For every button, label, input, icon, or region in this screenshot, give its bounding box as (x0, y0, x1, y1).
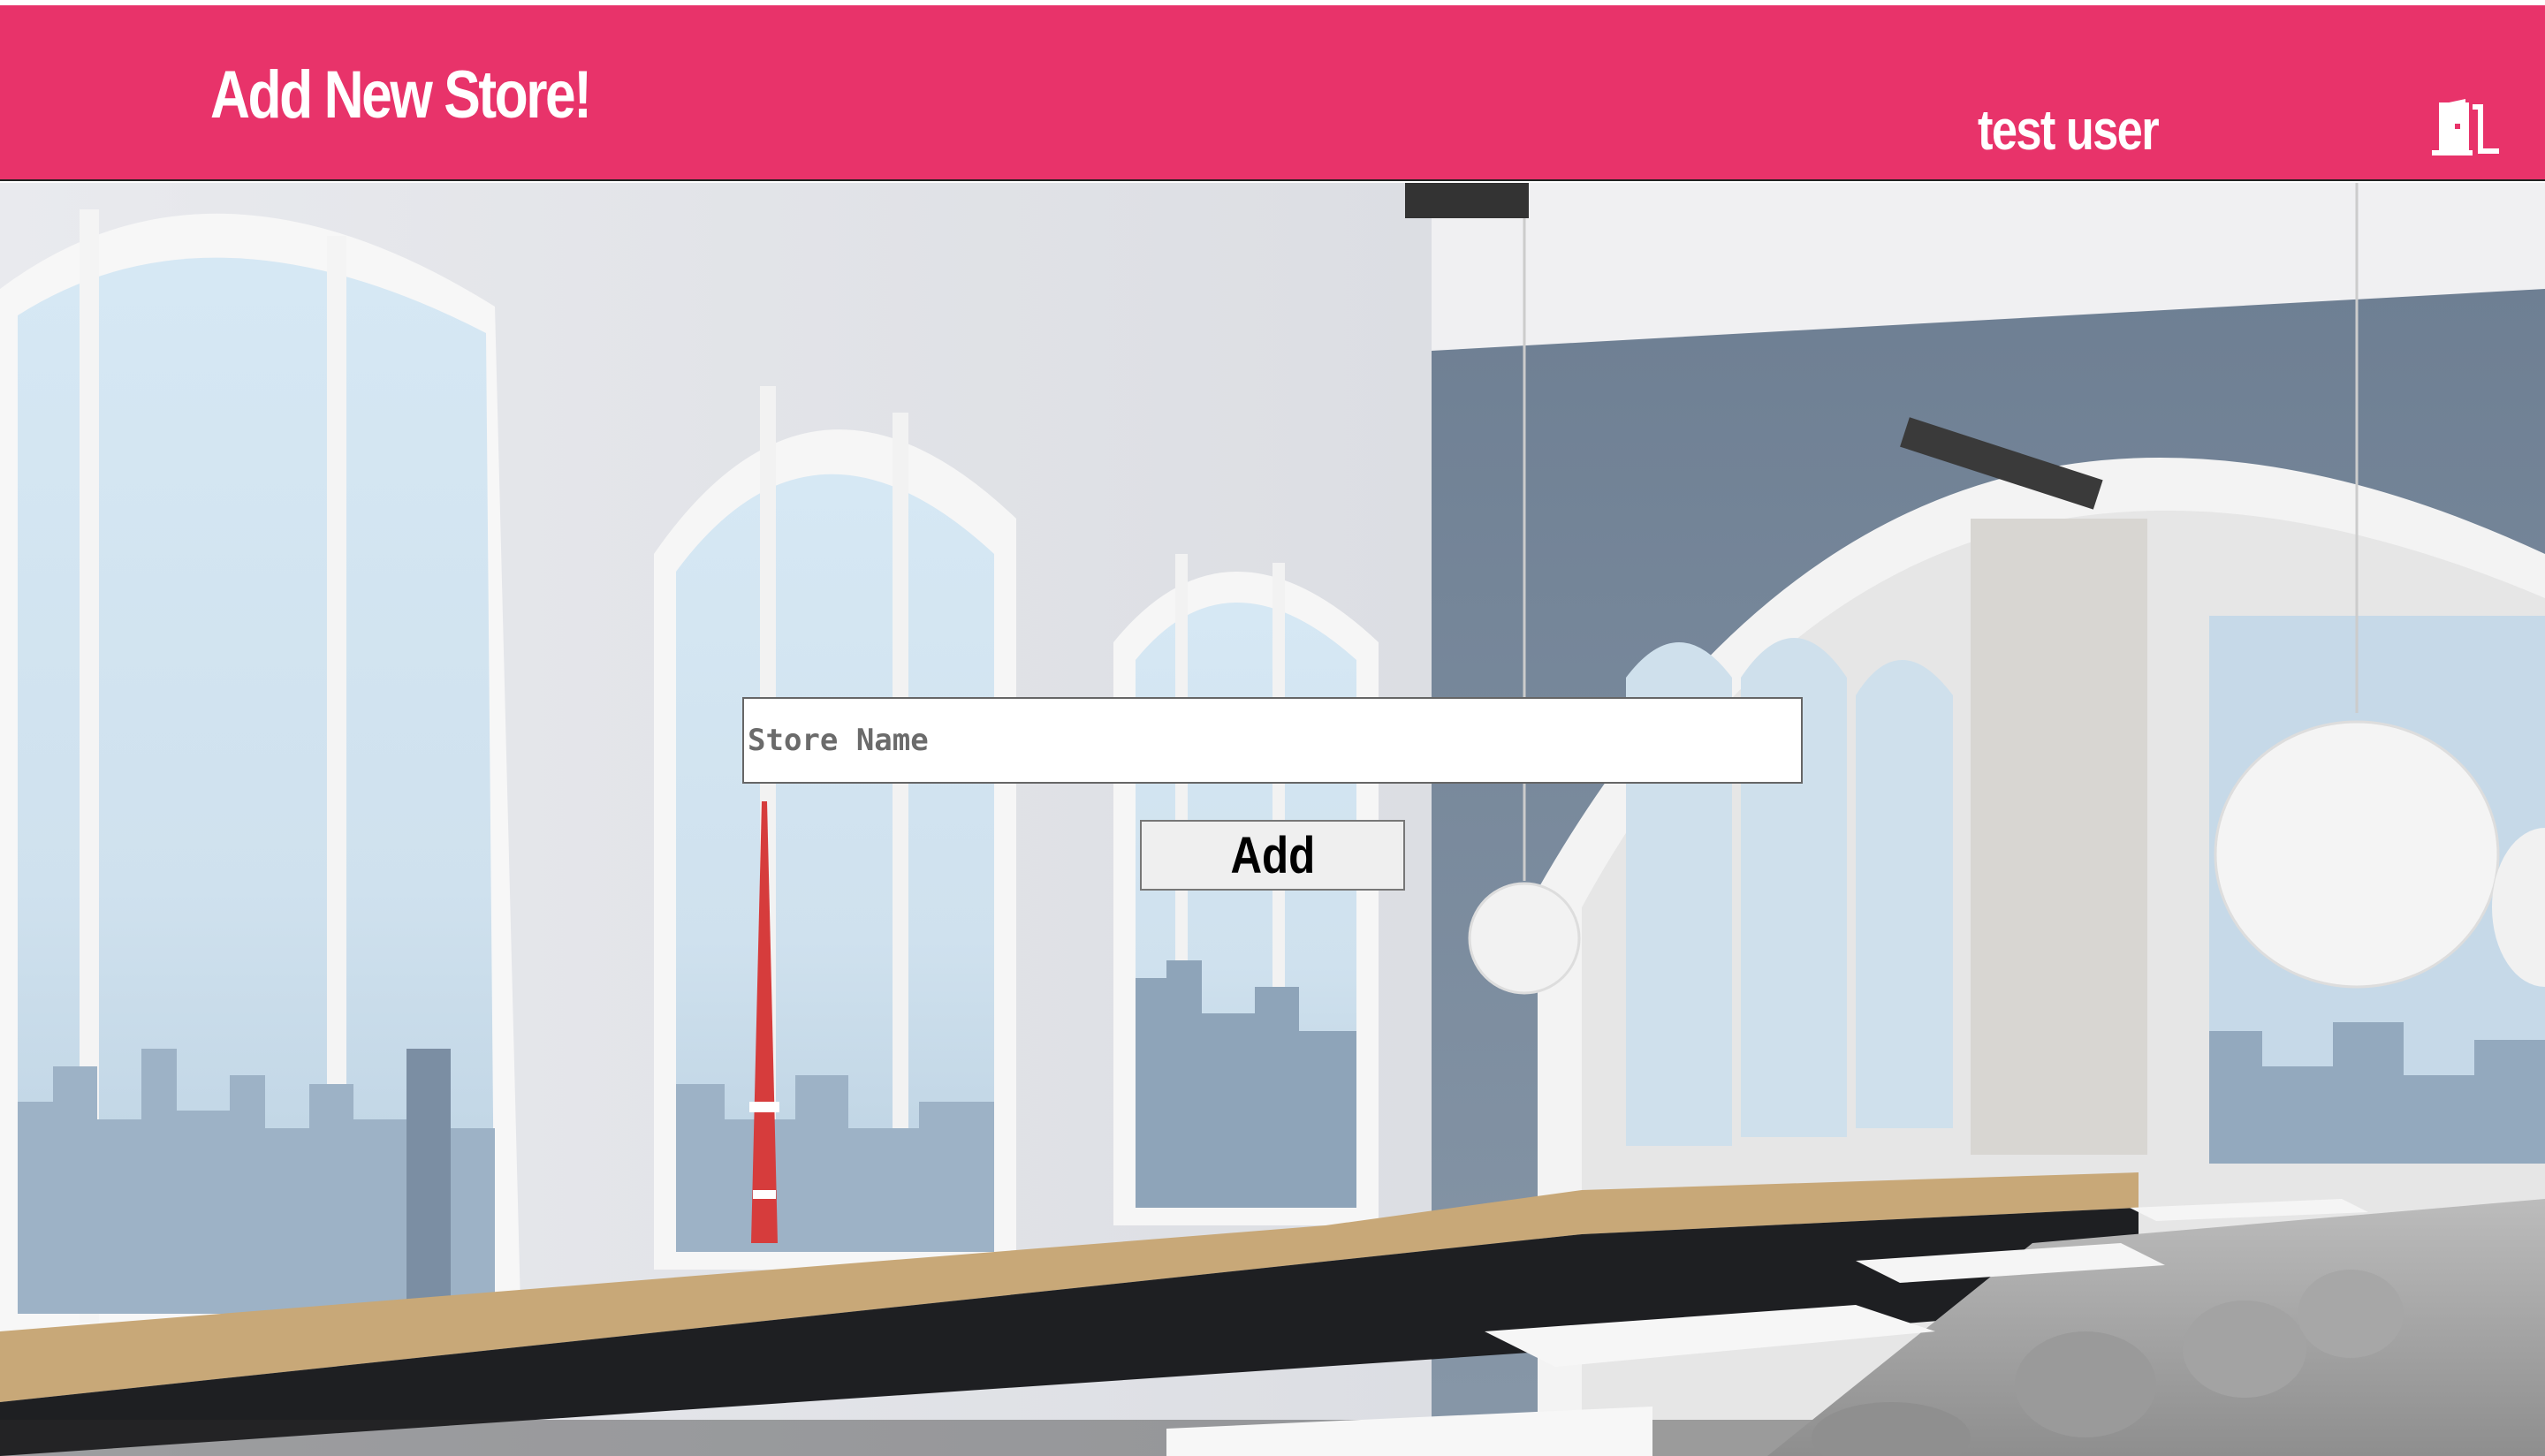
logout-button[interactable] (2432, 97, 2503, 155)
header-bar: Add New Store! test user (0, 5, 2545, 181)
user-name: test user (1978, 98, 2160, 162)
add-button[interactable]: Add (1140, 820, 1405, 891)
store-name-input[interactable] (742, 697, 1803, 784)
page-title: Add New Store! (210, 57, 592, 133)
door-exit-icon (2432, 99, 2499, 155)
add-button-label: Add (1230, 826, 1315, 884)
